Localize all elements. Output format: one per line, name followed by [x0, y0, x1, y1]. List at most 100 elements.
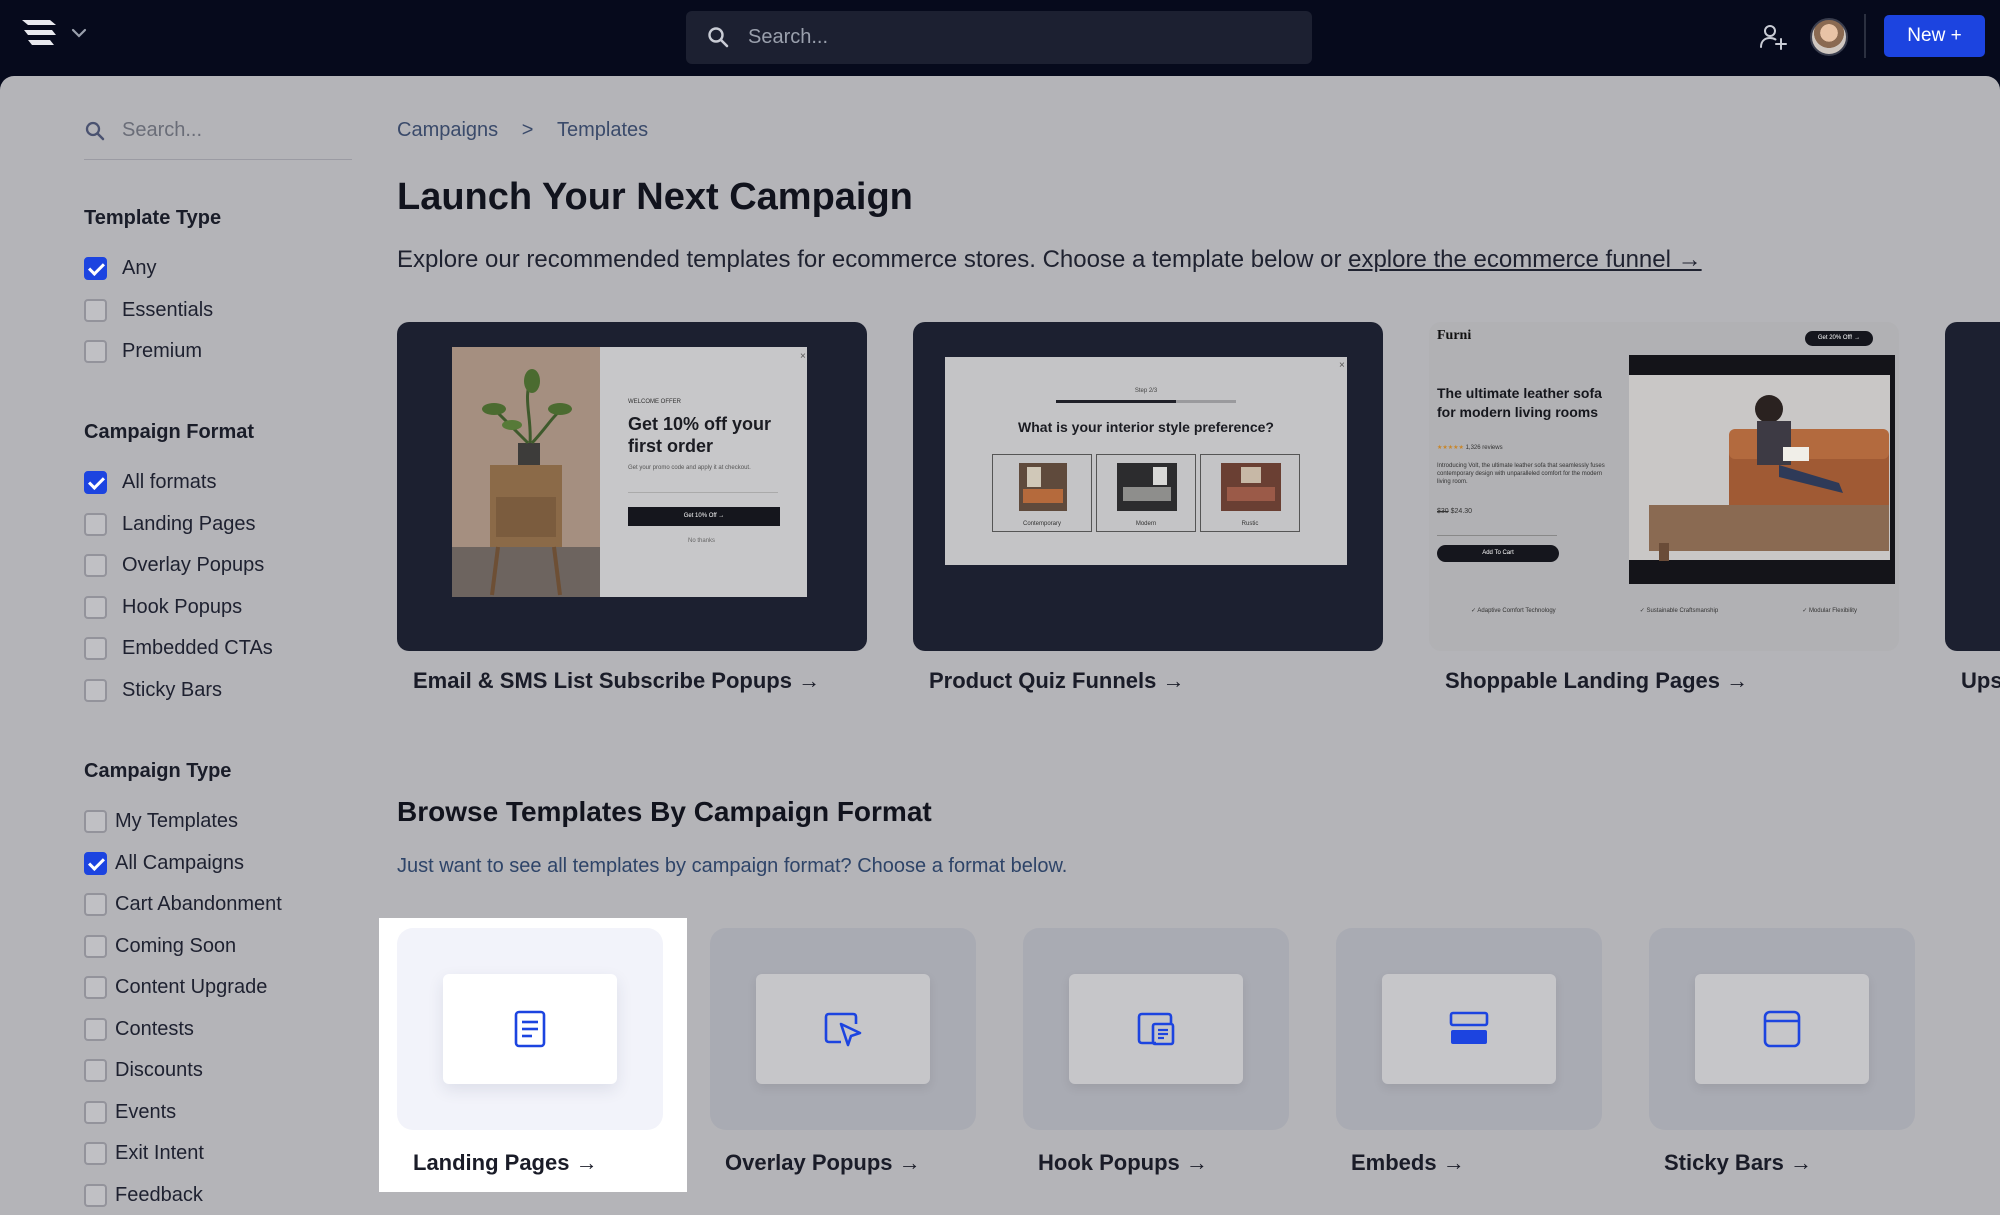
page-subtitle: Explore our recommended templates for ec…: [397, 246, 1702, 274]
hook-popup-icon: [1137, 1012, 1175, 1046]
filter-label: Landing Pages: [122, 512, 256, 535]
checkbox[interactable]: [84, 1141, 107, 1165]
filter-content-upgrade[interactable]: Content Upgrade: [84, 972, 267, 1002]
checkbox[interactable]: [84, 975, 107, 999]
filter-overlay-popups[interactable]: Overlay Popups: [84, 550, 264, 580]
featured-label-upsell[interactable]: Ups: [1961, 668, 2000, 694]
filter-hook-popups[interactable]: Hook Popups: [84, 592, 242, 622]
featured-label-shoppable-landing[interactable]: Shoppable Landing Pages →: [1445, 668, 1748, 694]
checkbox[interactable]: [84, 934, 107, 958]
preview-badge: Get 20% Off! →: [1805, 331, 1873, 346]
filter-label: Content Upgrade: [115, 975, 268, 998]
featured-card-upsell[interactable]: [1945, 322, 2000, 651]
checkbox[interactable]: [84, 256, 107, 280]
checkbox[interactable]: [84, 636, 107, 660]
breadcrumb: Campaigns > Templates: [397, 119, 648, 142]
preview-select: [1437, 528, 1557, 536]
checkbox[interactable]: [84, 339, 107, 363]
featured-card-product-quiz[interactable]: × Step 2/3 What is your interior style p…: [913, 322, 1383, 651]
plant-photo: [452, 347, 600, 597]
feature-label: Adaptive Comfort Technology: [1477, 608, 1556, 614]
format-tile-sticky-bars[interactable]: [1649, 928, 1915, 1130]
filter-landing-pages[interactable]: Landing Pages: [84, 509, 255, 539]
search-icon: [708, 27, 729, 48]
preview-eyebrow: WELCOME OFFER: [628, 399, 682, 405]
filter-cart-abandonment[interactable]: Cart Abandonment: [84, 889, 282, 919]
filter-exit-intent[interactable]: Exit Intent: [84, 1138, 204, 1168]
app-logo-icon[interactable]: [20, 16, 60, 50]
close-icon: ×: [1339, 360, 1345, 371]
filter-label: Feedback: [115, 1183, 203, 1206]
filter-label: Embedded CTAs: [122, 636, 273, 659]
checkbox[interactable]: [84, 678, 107, 702]
filter-embedded-ctas[interactable]: Embedded CTAs: [84, 633, 273, 663]
user-avatar[interactable]: [1810, 18, 1848, 56]
featured-card-email-sms[interactable]: × WELCOME OFFER Get 10% off your first o…: [397, 322, 867, 651]
quiz-step: Step 2/3: [1134, 388, 1158, 394]
new-button[interactable]: New +: [1884, 15, 1985, 57]
checkbox[interactable]: [84, 298, 107, 322]
add-user-icon[interactable]: [1758, 22, 1788, 52]
sofa-photo: [1624, 355, 1895, 584]
cursor-popup-icon: [824, 1012, 862, 1047]
checkbox[interactable]: [84, 553, 107, 577]
format-label-sticky-bars[interactable]: Sticky Bars →: [1664, 1150, 1812, 1176]
feature-label: Modular Flexibility: [1808, 608, 1857, 614]
close-icon: ×: [800, 351, 806, 362]
filter-all-formats[interactable]: All formats: [84, 467, 216, 497]
template-type-heading: Template Type: [84, 207, 222, 229]
breadcrumb-templates[interactable]: Templates: [557, 119, 648, 142]
sidebar-search-input[interactable]: Search...: [84, 116, 352, 160]
checkbox[interactable]: [84, 1100, 107, 1124]
filter-my-templates[interactable]: My Templates: [84, 806, 238, 836]
format-label-overlay-popups[interactable]: Overlay Popups →: [725, 1150, 921, 1176]
global-search-placeholder: Search...: [748, 26, 829, 48]
featured-label-product-quiz[interactable]: Product Quiz Funnels →: [929, 668, 1184, 694]
filter-premium[interactable]: Premium: [84, 336, 202, 366]
format-icon-box: [1382, 974, 1556, 1084]
filter-sticky-bars[interactable]: Sticky Bars: [84, 675, 222, 705]
sidebar-search-placeholder: Search...: [122, 119, 203, 141]
explore-funnel-link[interactable]: explore the ecommerce funnel →: [1348, 246, 1702, 273]
preview-headline: Get 10% off your first order: [628, 414, 772, 456]
quiz-preview: × Step 2/3 What is your interior style p…: [945, 357, 1347, 565]
format-tile-overlay-popups[interactable]: [710, 928, 976, 1130]
filter-label: Premium: [122, 339, 203, 362]
format-tile-landing-pages[interactable]: [397, 928, 663, 1130]
checkbox[interactable]: [84, 1058, 107, 1082]
breadcrumb-campaigns[interactable]: Campaigns: [397, 119, 498, 142]
checkbox[interactable]: [84, 1183, 107, 1207]
filter-coming-soon[interactable]: Coming Soon: [84, 931, 236, 961]
landing-pages-tile-highlight[interactable]: Landing Pages →: [379, 918, 687, 1192]
quiz-question: What is your interior style preference?: [1018, 419, 1274, 435]
preview-price: $30 $24.30: [1437, 508, 1472, 515]
format-label-hook-popups[interactable]: Hook Popups →: [1038, 1150, 1208, 1176]
preview-dismiss: No thanks: [688, 538, 716, 544]
filter-events[interactable]: Events: [84, 1097, 176, 1127]
checkbox[interactable]: [84, 470, 107, 494]
filter-label: Hook Popups: [122, 595, 243, 618]
format-tile-hook-popups[interactable]: [1023, 928, 1289, 1130]
featured-label-email-sms[interactable]: Email & SMS List Subscribe Popups →: [413, 668, 820, 694]
checkbox[interactable]: [84, 892, 107, 916]
checkbox[interactable]: [84, 851, 107, 875]
filter-label: Discounts: [115, 1058, 203, 1081]
format-label-embeds[interactable]: Embeds →: [1351, 1150, 1465, 1176]
filter-discounts[interactable]: Discounts: [84, 1055, 203, 1085]
checkbox[interactable]: [84, 1017, 107, 1041]
format-label-landing-pages[interactable]: Landing Pages →: [413, 1150, 598, 1176]
filter-label: Overlay Popups: [122, 553, 265, 576]
filter-essentials[interactable]: Essentials: [84, 295, 213, 325]
featured-card-shoppable-landing[interactable]: Furni Get 20% Off! → The ultimate leathe…: [1429, 322, 1899, 651]
filter-contests[interactable]: Contests: [84, 1014, 194, 1044]
global-search-input[interactable]: Search...: [686, 11, 1312, 64]
filter-feedback[interactable]: Feedback: [84, 1180, 203, 1210]
checkbox[interactable]: [84, 809, 107, 833]
subtitle-text: Explore our recommended templates for ec…: [397, 246, 1342, 273]
filter-all-campaigns[interactable]: All Campaigns: [84, 848, 244, 878]
filter-any[interactable]: Any: [84, 253, 156, 283]
checkbox[interactable]: [84, 595, 107, 619]
chevron-down-icon[interactable]: [70, 24, 88, 42]
checkbox[interactable]: [84, 512, 107, 536]
format-tile-embeds[interactable]: [1336, 928, 1602, 1130]
